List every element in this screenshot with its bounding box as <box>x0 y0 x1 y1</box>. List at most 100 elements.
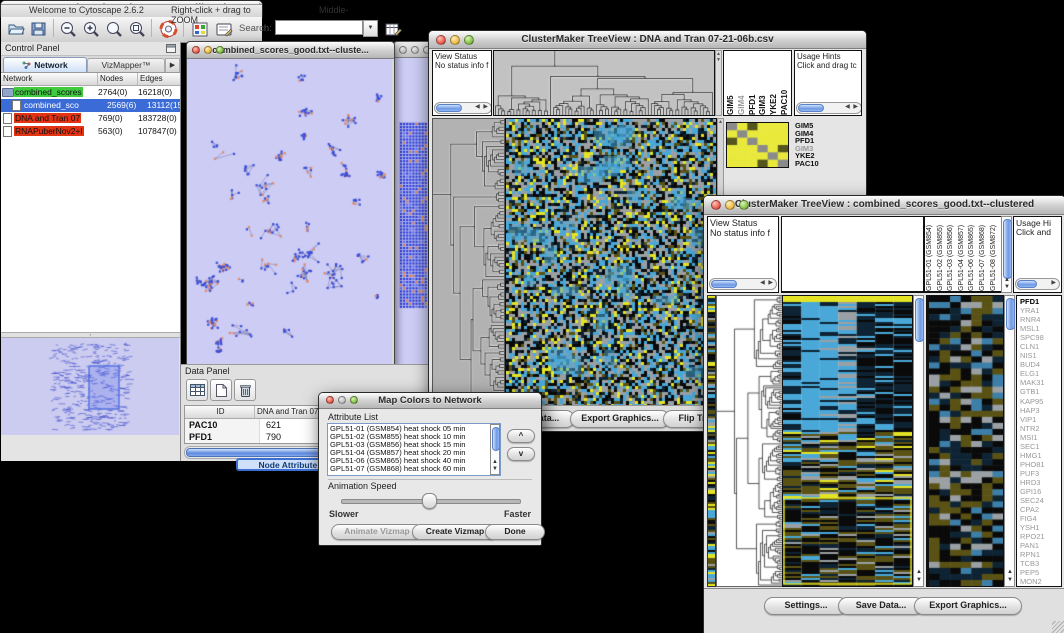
gene-label[interactable]: YRA1 <box>1020 306 1061 315</box>
gene-label[interactable]: NTR2 <box>1020 424 1061 433</box>
treeview2-heatmap[interactable] <box>782 295 913 587</box>
column-label[interactable]: GPL51-06 (GSM865) <box>968 216 979 291</box>
gene-label[interactable]: MON2 <box>1020 577 1061 586</box>
gene-label[interactable]: KAP95 <box>1020 397 1061 406</box>
treeview1-zoom-matrix[interactable] <box>726 122 789 168</box>
view-status-hscrollbar[interactable]: ◀ ▶ <box>434 102 492 114</box>
close-button[interactable] <box>711 200 721 210</box>
zoom-selected-icon[interactable] <box>126 18 148 40</box>
scroll-arrows[interactable]: ◀ ▶ <box>760 279 774 288</box>
gene-label[interactable]: RNR4 <box>1020 315 1061 324</box>
gene-label[interactable]: MSI1 <box>1020 433 1061 442</box>
gene-label[interactable]: RPO21 <box>1020 532 1061 541</box>
done-button[interactable]: Done <box>485 524 545 540</box>
usage-hints-hscrollbar[interactable]: ◀ ▶ <box>796 102 862 114</box>
tab-network[interactable]: Network <box>3 57 87 72</box>
column-label[interactable]: PAC10 <box>780 53 791 115</box>
vscroll-thumb[interactable] <box>1003 219 1012 279</box>
gene-label[interactable]: BUD4 <box>1020 360 1061 369</box>
network-view-1-canvas[interactable] <box>187 59 392 366</box>
column-label[interactable]: YKE2 <box>769 53 780 115</box>
gene-label[interactable]: PEP5 <box>1020 568 1061 577</box>
zoom-in-icon[interactable] <box>80 18 102 40</box>
save-data-button[interactable]: Save Data... <box>838 597 924 615</box>
column-label[interactable]: GIM4 <box>737 53 748 115</box>
network-view-1-titlebar[interactable]: combined_scores_good.txt--cluste... <box>187 42 394 59</box>
gene-label[interactable]: GPI16 <box>1020 487 1061 496</box>
zoom-button[interactable] <box>350 396 358 404</box>
save-icon[interactable] <box>27 18 49 40</box>
hscroll-thumb[interactable] <box>436 104 462 112</box>
gene-label[interactable]: TCB3 <box>1020 559 1061 568</box>
gene-label[interactable]: RPN1 <box>1020 550 1061 559</box>
hscroll-thumb[interactable] <box>798 104 824 112</box>
export-graphics-button[interactable]: Export Graphics... <box>570 410 670 428</box>
speed-slider-thumb[interactable] <box>422 493 437 509</box>
map-dialog-titlebar[interactable]: Map Colors to Network <box>319 393 541 409</box>
treeview1-column-dendrogram[interactable] <box>493 50 715 116</box>
minimize-button[interactable] <box>338 396 346 404</box>
tab-vizmapper[interactable]: VizMapper™ <box>87 58 165 72</box>
treeview1-mini-scroll[interactable]: ▲▼ <box>715 50 722 116</box>
attribute-list-vscrollbar[interactable]: ▲▼ <box>490 424 500 475</box>
column-label[interactable]: GPL51-04 (GSM857) <box>958 216 969 291</box>
column-label[interactable]: GPL51-03 (GSM856) <box>947 216 958 291</box>
network-list-row[interactable]: combined_sco 2569(6) 13112(15) <box>1 99 180 112</box>
gene-label[interactable]: SEC24 <box>1020 496 1061 505</box>
gene-label[interactable]: GTB1 <box>1020 387 1061 396</box>
treeview2-collabel-vscrollbar[interactable]: ▲▼ <box>1001 216 1012 293</box>
treeview1-titlebar[interactable]: ClusterMaker TreeView : DNA and Tran 07-… <box>429 31 866 49</box>
search-input[interactable] <box>275 20 363 35</box>
close-button[interactable] <box>326 396 334 404</box>
column-label[interactable]: GPL51-02 (GSM855) <box>937 216 948 291</box>
vscroll-thumb[interactable] <box>1006 298 1015 330</box>
network-list-row[interactable]: combined_scores 2764(0) 16218(0) <box>1 86 180 99</box>
gene-label[interactable]: MSL1 <box>1020 324 1061 333</box>
treeview2-zoom-heatmap[interactable] <box>926 295 1004 587</box>
close-button[interactable] <box>192 46 200 54</box>
network-overview-thumbnail[interactable] <box>1 338 179 435</box>
gene-label[interactable]: VIP1 <box>1020 415 1061 424</box>
treeview2-row-dendrogram[interactable] <box>716 295 783 587</box>
treeview2-zoom-vscrollbar[interactable]: ▲▼ <box>1004 295 1015 587</box>
network-list-row[interactable]: RNAPuberNov2+I 563(0) 107847(0) <box>1 125 180 138</box>
search-dropdown-arrow[interactable]: ▼ <box>363 20 378 37</box>
gene-label[interactable]: HAP3 <box>1020 406 1061 415</box>
open-file-icon[interactable] <box>5 18 27 40</box>
close-button[interactable] <box>436 35 446 45</box>
vscroll-thumb[interactable] <box>915 298 924 342</box>
gene-label[interactable]: HMG1 <box>1020 451 1061 460</box>
resize-grip[interactable] <box>1052 621 1064 633</box>
export-graphics-button[interactable]: Export Graphics... <box>914 597 1022 615</box>
data-panel-trash-icon[interactable] <box>234 379 256 401</box>
animate-vizmap-button[interactable]: Animate Vizmap <box>331 524 423 540</box>
data-panel-table-icon[interactable] <box>186 379 208 401</box>
gene-label[interactable]: CLN1 <box>1020 342 1061 351</box>
settings-button[interactable]: Settings... <box>764 597 848 615</box>
treeview2-heatmap-vscrollbar[interactable]: ▲▼ <box>913 295 924 587</box>
treeview2-global-strip[interactable] <box>707 295 716 587</box>
treeview1-heatmap[interactable] <box>505 118 717 406</box>
gene-label[interactable]: PHO81 <box>1020 460 1061 469</box>
attribute-list-item[interactable]: GPL51-07 (GSM868) heat shock 60 min <box>330 465 498 473</box>
gene-label[interactable]: YSH1 <box>1020 523 1061 532</box>
network-list-row[interactable]: DNA and Tran 07 769(0) 183728(0) <box>1 112 180 125</box>
zoom-button[interactable] <box>739 200 749 210</box>
column-label[interactable]: GPL51-07 (GSM868) <box>979 216 990 291</box>
column-label[interactable]: GPL51-08 (GSM872) <box>990 216 1001 291</box>
scroll-arrows[interactable]: ◀ ▶ <box>475 103 489 112</box>
vscroll-thumb[interactable] <box>492 427 500 451</box>
zoom-fit-icon[interactable] <box>103 18 125 40</box>
treeview2-titlebar[interactable]: ClusterMaker TreeView : combined_scores_… <box>704 196 1064 215</box>
gene-label[interactable]: ELG1 <box>1020 369 1061 378</box>
minimize-button[interactable] <box>725 200 735 210</box>
move-down-button[interactable]: v <box>507 447 535 461</box>
table-edit-icon[interactable] <box>382 18 404 40</box>
move-up-button[interactable]: ^ <box>507 429 535 443</box>
hscroll-thumb[interactable] <box>711 280 737 288</box>
gene-label[interactable]: PFD1 <box>1020 297 1061 306</box>
close-button[interactable] <box>399 46 407 54</box>
gene-label[interactable]: SPC98 <box>1020 333 1061 342</box>
column-label[interactable]: PFD1 <box>748 53 759 115</box>
attribute-listbox[interactable]: GPL51-01 (GSM854) heat shock 05 minGPL51… <box>327 423 501 476</box>
